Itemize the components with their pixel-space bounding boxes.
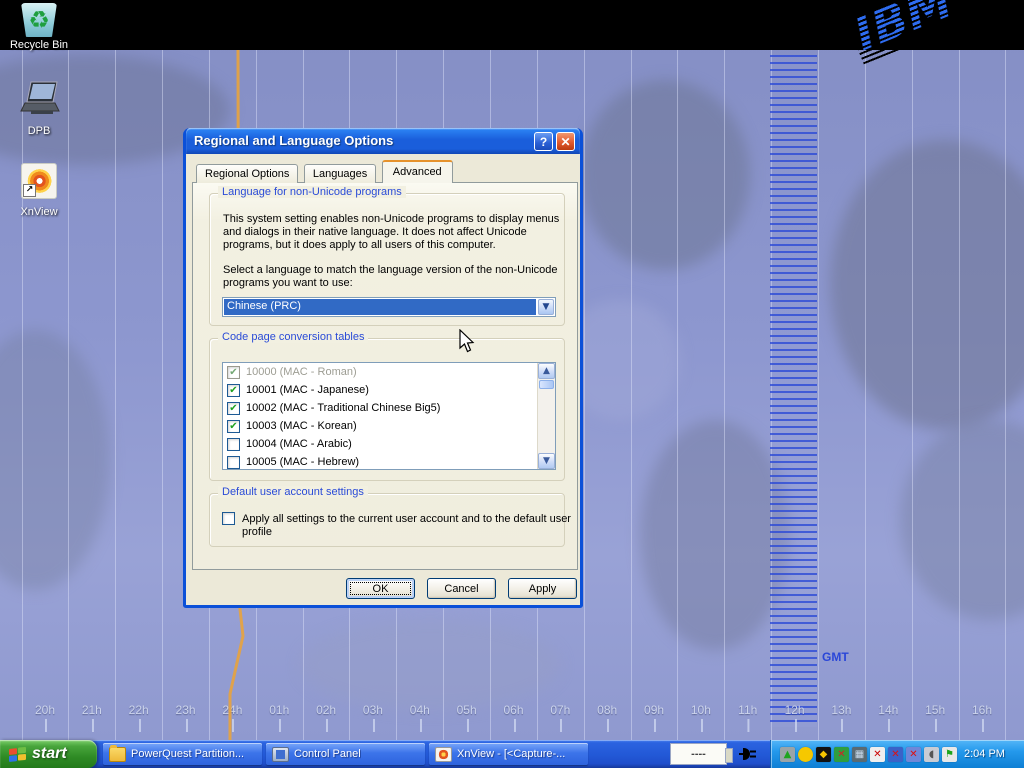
system-tray: ▲◆✕▦✕✕✕◖⚑ 2:04 PM [770,740,1024,768]
taskbar: start PowerQuest Partition... Control Pa… [0,740,1024,768]
codepage-item[interactable]: 10002 (MAC - Traditional Chinese Big5) [223,399,538,417]
codepage-item[interactable]: 10005 (MAC - Hebrew) [223,453,538,470]
clock[interactable]: 2:04 PM [964,748,1005,760]
regional-language-options-dialog: Regional and Language Options ? ✕ Region… [183,128,583,608]
codepage-list[interactable]: 10000 (MAC - Roman) 10001 (MAC - Japanese… [222,362,556,470]
desktop-icon-recycle-bin[interactable]: ♻ Recycle Bin [1,3,77,51]
codepage-item-label: 10003 (MAC - Korean) [246,420,357,432]
codepage-item-label: 10005 (MAC - Hebrew) [246,456,359,468]
language-dropdown[interactable]: Chinese (PRC) ▼ [222,297,556,317]
windows-flag-icon [8,746,27,763]
chevron-down-icon[interactable]: ▼ [538,299,554,315]
control-panel-icon [272,747,289,762]
task-powerquest[interactable]: PowerQuest Partition... [103,743,262,765]
nonunicode-instruction: Select a language to match the language … [223,264,561,290]
tab-regional-options[interactable]: Regional Options [196,164,298,183]
checkbox-icon[interactable] [227,420,240,433]
nonunicode-description: This system setting enables non-Unicode … [223,213,561,252]
checkbox-icon[interactable] [227,438,240,451]
offline-users-icon[interactable]: ✕ [834,747,849,762]
xnview-icon: ↗ [21,163,57,199]
mouse-cursor [458,329,476,355]
power-plug-icon [739,747,757,761]
ok-button[interactable]: OK [346,578,415,599]
desktop-screen: GMT 20h21h22h23h24h01h02h03h04h05h06h07h… [0,0,1024,768]
xnview-task-icon [435,747,452,762]
safely-remove-hardware-icon[interactable]: ▲ [780,747,795,762]
apply-all-checkbox[interactable] [222,512,235,525]
language-dropdown-value: Chinese (PRC) [224,299,536,315]
apply-button[interactable]: Apply [508,578,577,599]
codepage-item-label: 10002 (MAC - Traditional Chinese Big5) [246,402,440,414]
recycle-bin-icon: ♻ [21,3,57,37]
checkbox-icon[interactable] [227,456,240,469]
scroll-up-icon[interactable]: ▲ [538,363,555,379]
folder-icon [109,747,126,762]
display-error-icon[interactable]: ✕ [888,747,903,762]
codepage-item[interactable]: 10001 (MAC - Japanese) [223,381,538,399]
nonunicode-group: Language for non-Unicode programs This s… [209,193,565,326]
apply-all-label: Apply all settings to the current user a… [242,513,572,539]
dialog-title: Regional and Language Options [194,133,393,148]
close-button[interactable]: ✕ [556,132,575,151]
cancel-button[interactable]: Cancel [427,578,496,599]
start-label: start [32,745,67,763]
phone-tool-icon[interactable] [798,747,813,762]
tab-strip: Regional Options Languages Advanced [196,160,454,183]
codepage-item-label: 10001 (MAC - Japanese) [246,384,369,396]
start-button[interactable]: start [0,740,97,768]
tab-advanced[interactable]: Advanced [382,160,453,183]
codepage-item-label: 10004 (MAC - Arabic) [246,438,352,450]
messenger-flag-icon[interactable]: ⚑ [942,747,957,762]
task-control-panel[interactable]: Control Panel [266,743,425,765]
desktop-icon-dpb[interactable]: DPB [1,80,77,137]
laptop-icon [17,80,61,118]
checkbox-icon[interactable] [227,366,240,379]
checkbox-icon[interactable] [227,402,240,415]
top-band: IBM [0,0,1024,50]
network-adapter-icon[interactable]: ▦ [852,747,867,762]
icon-label: DPB [1,125,77,137]
shortcut-arrow-icon: ↗ [23,184,36,197]
default-user-group: Default user account settings Apply all … [209,493,565,547]
help-button[interactable]: ? [534,132,553,151]
tab-languages[interactable]: Languages [304,164,376,183]
group-title: Language for non-Unicode programs [218,186,406,198]
dialog-titlebar[interactable]: Regional and Language Options ? ✕ [186,128,580,154]
scrollbar-thumb[interactable] [539,380,554,389]
advanced-tab-page: Language for non-Unicode programs This s… [192,182,578,570]
codepage-group: Code page conversion tables 10000 (MAC -… [209,338,565,481]
disconnected-drive-icon[interactable]: ✕ [870,747,885,762]
codepage-item[interactable]: 10000 (MAC - Roman) [223,363,538,381]
codepage-item[interactable]: 10003 (MAC - Korean) [223,417,538,435]
tray-icons: ▲◆✕▦✕✕✕◖⚑ [780,747,957,762]
group-title: Code page conversion tables [218,331,368,343]
scroll-down-icon[interactable]: ▼ [538,453,555,469]
group-title: Default user account settings [218,486,368,498]
desk-band[interactable]: ---- [670,743,727,765]
codepage-item-label: 10000 (MAC - Roman) [246,366,357,378]
icon-label: Recycle Bin [1,39,77,51]
icon-label: XnView [1,206,77,218]
scrollbar[interactable]: ▲ ▼ [537,363,555,469]
checkbox-icon[interactable] [227,384,240,397]
volume-icon[interactable]: ◖ [924,747,939,762]
task-xnview[interactable]: XnView - [<Capture-... [429,743,588,765]
norton-antivirus-icon[interactable]: ◆ [816,747,831,762]
desktop-icon-xnview[interactable]: ↗ XnView [1,163,77,218]
network-status-error-icon[interactable]: ✕ [906,747,921,762]
codepage-item[interactable]: 10004 (MAC - Arabic) [223,435,538,453]
